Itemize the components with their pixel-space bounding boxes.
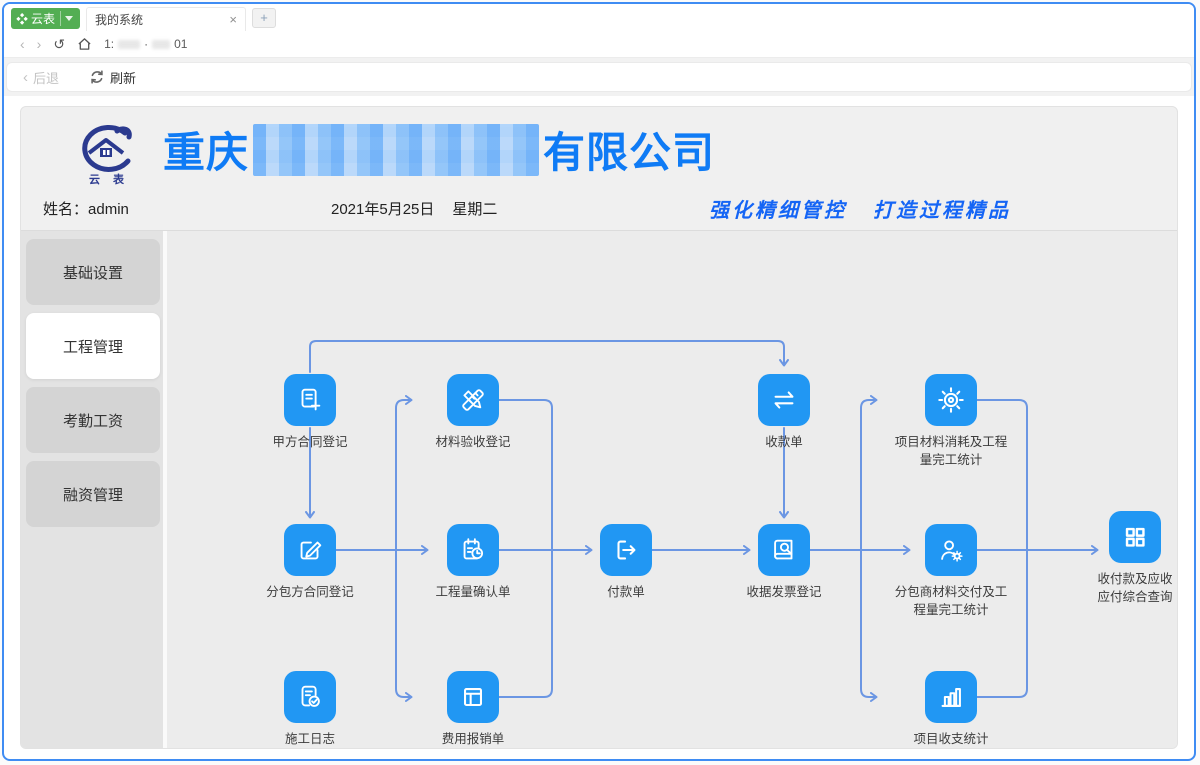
flow-node-material-acceptance[interactable]: 材料验收登记: [407, 374, 539, 451]
censored-company-name: [253, 124, 539, 176]
flow-connector-split-right-down: [861, 550, 876, 697]
app-window: 云表 我的系统 × + ‹ › ↺ 1: · 01 ‹: [2, 2, 1196, 761]
swap-arrows-icon: [758, 374, 810, 426]
header-meta: 姓名：admin 2021年5月25日 星期二 强化精细管控 打造过程精品: [21, 198, 1177, 220]
bar-chart-icon: [925, 671, 977, 723]
flow-node-receipt-bill[interactable]: 收款单: [718, 374, 850, 451]
flow-node-owner-contract-register[interactable]: 甲方合同登记: [244, 374, 376, 451]
sidebar-item-attendance-payroll[interactable]: 考勤工资: [26, 387, 160, 453]
back-button-label: 后退: [33, 68, 59, 87]
brand-label: 云表: [31, 10, 55, 27]
back-button[interactable]: ‹ 后退: [23, 68, 59, 87]
flow-node-quantity-confirm[interactable]: 工程量确认单: [407, 524, 539, 601]
app-header: 云 表 重庆 有限公司 姓名：admin 2021年5月25日 星期二 强化精细管…: [21, 107, 1177, 231]
weekday-value: 星期二: [452, 201, 497, 218]
gear-icon: [925, 374, 977, 426]
grid-icon: [1109, 511, 1161, 563]
address-dot: ·: [144, 37, 148, 51]
flow-node-invoice-register[interactable]: 收据发票登记: [718, 524, 850, 601]
company-prefix: 重庆: [163, 119, 249, 180]
table-layout-icon: [447, 671, 499, 723]
clipboard-clock-icon: [447, 524, 499, 576]
flow-node-expense-claim[interactable]: 费用报销单: [407, 671, 539, 748]
flow-connector-top-loop: [310, 341, 784, 372]
current-date: 2021年5月25日 星期二: [331, 198, 497, 219]
main-panel: 云 表 重庆 有限公司 姓名：admin 2021年5月25日 星期二 强化精细管…: [20, 106, 1178, 749]
brand-divider: [60, 11, 61, 26]
address-right: 01: [174, 37, 187, 51]
flow-node-pay-receive-query[interactable]: 收付款及应收应付综合查询: [1069, 511, 1177, 606]
browser-tab-bar: 云表 我的系统 × +: [4, 4, 1194, 31]
user-name-label: 姓名：: [43, 201, 88, 218]
flow-node-project-balance-stats[interactable]: 项目收支统计: [885, 671, 1017, 748]
company-logo: 云 表: [59, 117, 155, 198]
slogan-right: 打造过程精品: [873, 200, 1011, 222]
sidebar-item-financing-management[interactable]: 融资管理: [26, 461, 160, 527]
document-check-icon: [284, 671, 336, 723]
close-tab-icon[interactable]: ×: [229, 13, 237, 26]
refresh-button-label: 刷新: [110, 68, 136, 87]
brand-diamond-icon: [16, 13, 28, 25]
flow-node-payment-bill[interactable]: 付款单: [560, 524, 692, 601]
app-body: 基础设置 工程管理 考勤工资 融资管理: [21, 231, 1177, 748]
flowchart-canvas: 甲方合同登记 材料验收登记: [167, 231, 1177, 748]
user-gear-icon: [925, 524, 977, 576]
address-url[interactable]: 1: · 01: [104, 37, 187, 51]
user-name-value: admin: [88, 201, 129, 218]
nav-reload-icon[interactable]: ↺: [53, 36, 65, 53]
company-suffix: 有限公司: [543, 119, 715, 180]
refresh-icon: [89, 69, 105, 85]
nav-back-icon[interactable]: ‹: [20, 36, 25, 52]
new-tab-button[interactable]: +: [252, 8, 276, 28]
book-search-icon: [758, 524, 810, 576]
home-icon[interactable]: [77, 37, 92, 51]
flow-node-subcontractor-stats[interactable]: 分包商材料交付及工程量完工统计: [885, 524, 1017, 619]
tab-title: 我的系统: [95, 11, 229, 28]
svg-text:表: 表: [112, 172, 125, 186]
sidebar: 基础设置 工程管理 考勤工资 融资管理: [21, 231, 163, 748]
brand-menu-button[interactable]: 云表: [11, 8, 80, 29]
address-left: 1:: [104, 37, 114, 51]
toolbar: ‹ 后退 刷新: [6, 62, 1192, 92]
date-value: 2021年5月25日: [331, 201, 434, 218]
slogan-left: 强化精细管控: [709, 200, 847, 222]
chevron-down-icon[interactable]: [65, 16, 73, 21]
toolbar-zone: ‹ 后退 刷新: [4, 58, 1194, 96]
sidebar-item-project-management[interactable]: 工程管理: [26, 313, 160, 379]
flow-connector-split-right-up: [861, 400, 876, 550]
address-bar: ‹ › ↺ 1: · 01: [4, 31, 1194, 58]
company-title: 重庆 有限公司: [163, 119, 715, 180]
company-slogan: 强化精细管控 打造过程精品: [709, 194, 1011, 223]
export-arrow-icon: [600, 524, 652, 576]
refresh-button[interactable]: 刷新: [89, 68, 136, 87]
flow-node-subcontract-contract[interactable]: 分包方合同登记: [244, 524, 376, 601]
chevron-left-icon: ‹: [23, 69, 28, 86]
censored-url-part: [152, 40, 170, 49]
censored-url-part: [118, 40, 140, 49]
ruler-pencil-icon: [447, 374, 499, 426]
user-name: 姓名：admin: [43, 198, 129, 219]
document-plus-icon: [284, 374, 336, 426]
sidebar-item-basic-settings[interactable]: 基础设置: [26, 239, 160, 305]
edit-square-icon: [284, 524, 336, 576]
tab-my-system[interactable]: 我的系统 ×: [86, 7, 246, 31]
nav-forward-icon[interactable]: ›: [37, 36, 42, 52]
svg-text:云: 云: [89, 173, 100, 186]
flow-node-project-material-stats[interactable]: 项目材料消耗及工程量完工统计: [885, 374, 1017, 469]
flow-node-construction-log[interactable]: 施工日志: [244, 671, 376, 748]
